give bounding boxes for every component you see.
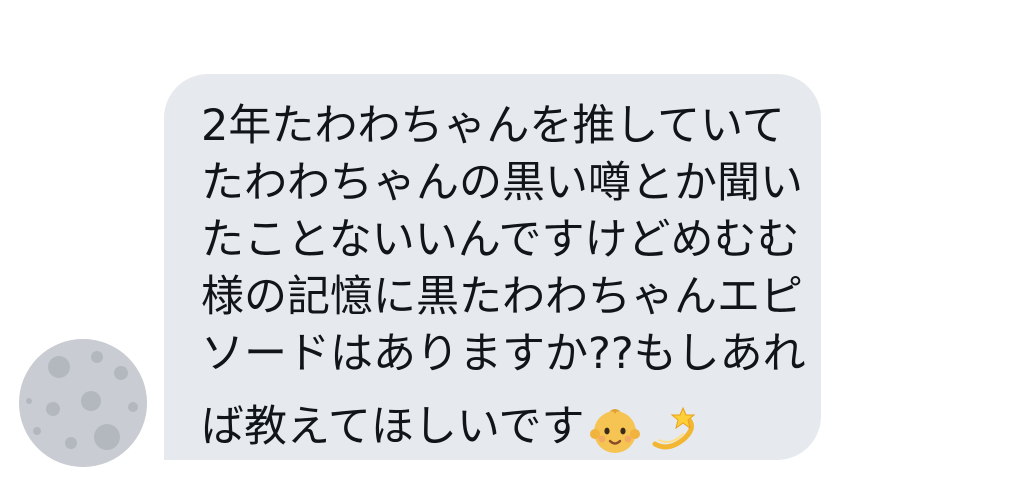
message-line-text: ば教えてほしいです (201, 402, 585, 452)
moon-icon (19, 339, 147, 467)
message-line: 様の記憶に黒たわわちゃんエピ (201, 272, 803, 322)
message-text: 2年たわわちゃんを推していて たわわちゃんの黒い噂とか聞い たことないいんですけ… (201, 98, 806, 456)
avatar[interactable] (19, 339, 147, 467)
message-line: ソードはありますか??もしあれ (201, 329, 806, 379)
message-line: 2年たわわちゃんを推していて (201, 101, 785, 151)
emoji-group (589, 404, 705, 456)
baby-emoji-icon (589, 408, 640, 453)
message-line: たわわちゃんの黒い噂とか聞い (201, 158, 803, 208)
message-bubble[interactable]: 2年たわわちゃんを推していて たわわちゃんの黒い噂とか聞い たことないいんですけ… (164, 74, 821, 460)
chat-view: 2年たわわちゃんを推していて たわわちゃんの黒い噂とか聞い たことないいんですけ… (0, 0, 1023, 478)
message-line: たことないいんですけどめむむ (201, 215, 800, 265)
message-line-last: ば教えてほしいです (201, 399, 791, 456)
dizzy-emoji-icon (652, 406, 695, 449)
